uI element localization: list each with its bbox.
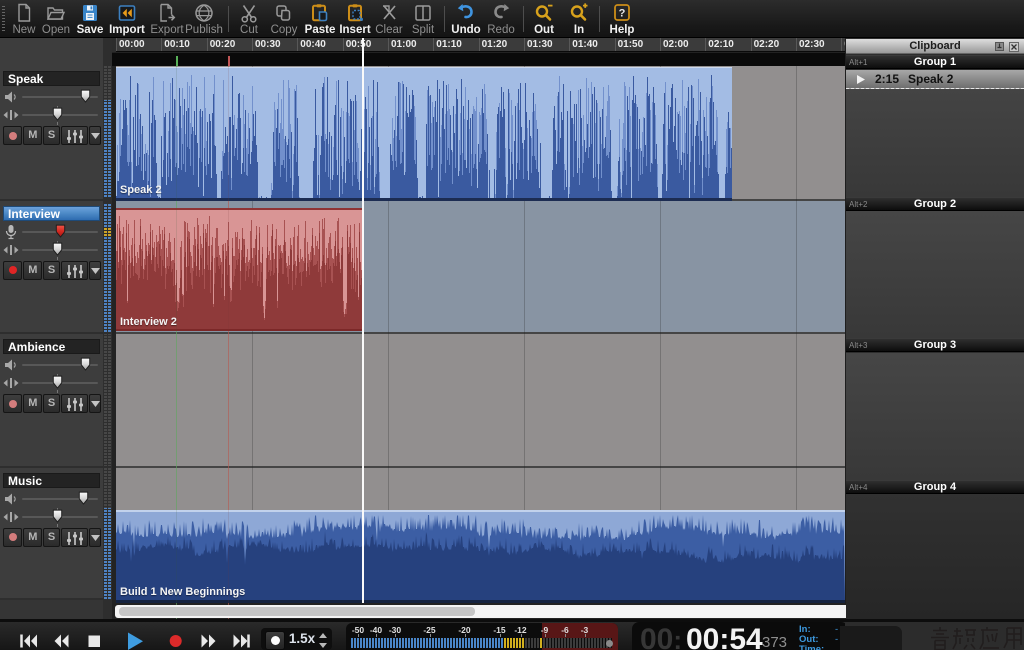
svg-text:?: ? — [619, 8, 626, 20]
